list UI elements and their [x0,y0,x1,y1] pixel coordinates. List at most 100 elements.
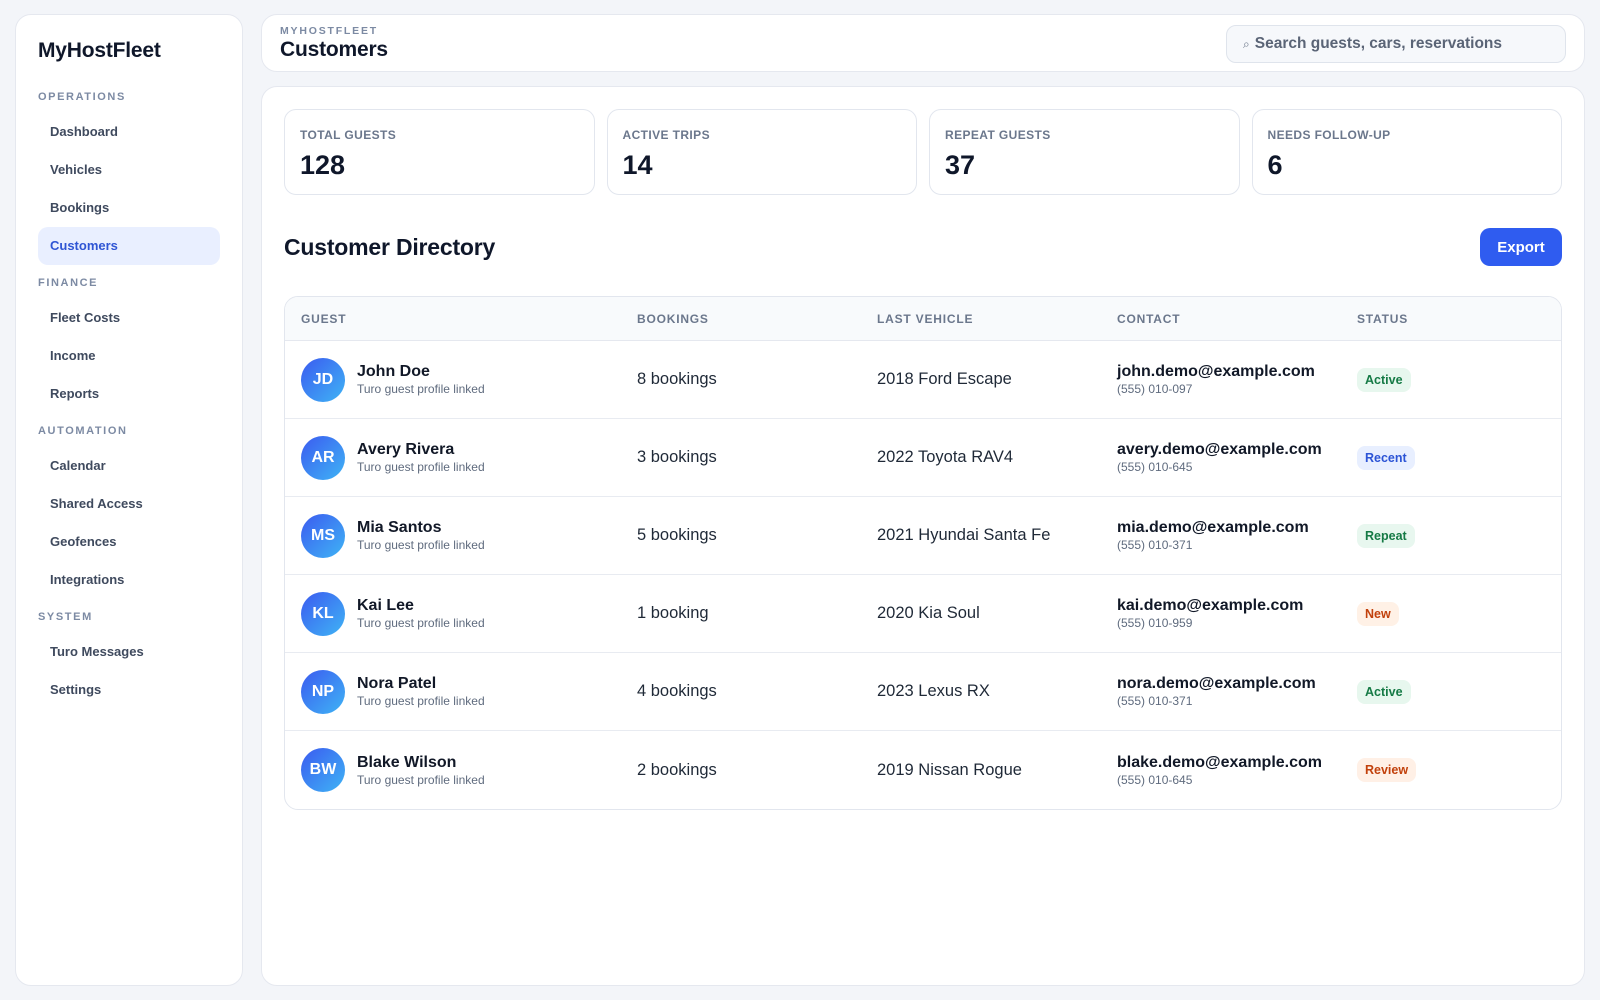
stat-label: ACTIVE TRIPS [622,128,710,142]
contact-cell: mia.demo@example.com (555) 010-371 [1117,519,1357,552]
search-input[interactable] [1254,35,1545,53]
status-cell: New [1357,601,1557,626]
nav-section-finance: FINANCE Fleet Costs Income Reports [38,277,220,413]
stat-value: 6 [1267,150,1283,180]
guest-cell: KL Kai Lee Turo guest profile linked [301,591,637,636]
last-vehicle-cell: 2023 Lexus RX [877,682,990,700]
sidebar: MyHostFleet OPERATIONS Dashboard Vehicles B… [15,14,243,986]
contact-email[interactable]: avery.demo@example.com [1117,441,1357,459]
sidebar-nav: OPERATIONS Dashboard Vehicles Bookings Custo… [38,91,220,709]
column-header-guest[interactable]: GUEST [301,312,637,326]
sidebar-item-bookings[interactable]: Bookings [38,189,220,227]
contact-phone: (555) 010-371 [1117,538,1193,552]
guest-profile-note: Turo guest profile linked [357,538,485,552]
contact-phone: (555) 010-645 [1117,772,1193,787]
column-header-status[interactable]: STATUS [1357,312,1557,326]
status-cell: Active [1357,679,1557,704]
stat-label: REPEAT GUESTS [945,128,1051,142]
top-bar: MYHOSTFLEET Customers ⌕ [261,14,1585,72]
directory-title: Customer Directory [284,233,496,260]
guest-info: Mia Santos Turo guest profile linked [357,519,485,552]
guest-name[interactable]: Kai Lee [357,597,485,615]
search-box[interactable]: ⌕ [1226,25,1566,63]
stat-value: 14 [622,150,653,180]
guest-profile-note: Turo guest profile linked [357,772,485,787]
table-row[interactable]: JD John Doe Turo guest profile linked 8 boo… [285,341,1561,419]
contact-email[interactable]: mia.demo@example.com [1117,519,1357,537]
sidebar-item-customers[interactable]: Customers [38,227,220,265]
sidebar-item-turo-messages[interactable]: Turo Messages [38,633,220,671]
guest-name[interactable]: Nora Patel [357,675,485,693]
avatar: MS [301,513,345,558]
bookings-cell: 2 bookings [637,760,717,779]
table-row[interactable]: AR Avery Rivera Turo guest profile linked 3… [285,419,1561,497]
avatar: JD [301,357,345,402]
last-vehicle-cell: 2022 Toyota RAV4 [877,448,1014,466]
contact-phone: (555) 010-959 [1117,616,1193,630]
sidebar-item-integrations[interactable]: Integrations [38,561,220,599]
contact-email[interactable]: kai.demo@example.com [1117,597,1357,615]
bookings-cell: 4 bookings [637,682,717,700]
avatar: BW [301,748,345,792]
sidebar-item-vehicles[interactable]: Vehicles [38,151,220,189]
contact-cell: blake.demo@example.com (555) 010-645 [1117,754,1357,787]
column-header-last-vehicle[interactable]: LAST VEHICLE [877,312,1117,326]
sidebar-item-dashboard[interactable]: Dashboard [38,113,220,151]
column-header-contact[interactable]: CONTACT [1117,312,1357,326]
status-badge: Active [1357,367,1411,392]
sidebar-item-income[interactable]: Income [38,337,220,375]
guest-info: John Doe Turo guest profile linked [357,363,485,396]
stat-card-repeat-guests: REPEAT GUESTS 37 [929,109,1240,195]
sidebar-item-shared-access[interactable]: Shared Access [38,485,220,523]
bookings-cell: 1 booking [637,604,709,622]
contact-phone: (555) 010-371 [1117,694,1193,708]
nav-section-title: OPERATIONS [38,91,126,103]
sidebar-item-settings[interactable]: Settings [38,671,220,709]
table-row[interactable]: NP Nora Patel Turo guest profile linked 4 b… [285,653,1561,731]
status-badge: Repeat [1357,523,1415,548]
guest-profile-note: Turo guest profile linked [357,460,485,474]
export-button[interactable]: Export [1480,228,1562,266]
contact-phone: (555) 010-645 [1117,460,1193,474]
guest-name[interactable]: Avery Rivera [357,441,485,459]
status-cell: Review [1357,758,1557,782]
search-icon: ⌕ [1243,36,1250,51]
customer-table: GUEST BOOKINGS LAST VEHICLE CONTACT STATUS J… [284,296,1562,810]
nav-section-title: AUTOMATION [38,425,128,437]
stat-card-active-trips: ACTIVE TRIPS 14 [606,109,917,195]
sidebar-item-fleet-costs[interactable]: Fleet Costs [38,299,220,337]
contact-email[interactable]: nora.demo@example.com [1117,675,1357,693]
directory-header: Customer Directory Export [284,228,1562,266]
contact-cell: avery.demo@example.com (555) 010-645 [1117,441,1357,474]
status-badge: Review [1357,758,1417,782]
guest-cell: MS Mia Santos Turo guest profile linked [301,513,637,558]
table-row[interactable]: KL Kai Lee Turo guest profile linked 1 book… [285,575,1561,653]
bookings-cell: 8 bookings [637,370,717,388]
guest-name[interactable]: Mia Santos [357,519,485,537]
guest-cell: NP Nora Patel Turo guest profile linked [301,669,637,714]
contact-cell: nora.demo@example.com (555) 010-371 [1117,675,1357,708]
guest-cell: BW Blake Wilson Turo guest profile linked [301,748,637,792]
guest-name[interactable]: John Doe [357,363,485,381]
nav-section-title: SYSTEM [38,611,93,623]
guest-profile-note: Turo guest profile linked [357,382,485,396]
guest-cell: JD John Doe Turo guest profile linked [301,357,637,402]
sidebar-item-calendar[interactable]: Calendar [38,447,220,485]
brand-logo[interactable]: MyHostFleet [38,39,220,63]
nav-section-automation: AUTOMATION Calendar Shared Access Geofences… [38,425,220,599]
column-header-bookings[interactable]: BOOKINGS [637,312,877,326]
status-badge: New [1357,601,1399,626]
bookings-cell: 3 bookings [637,448,717,466]
guest-name[interactable]: Blake Wilson [357,754,485,772]
sidebar-item-geofences[interactable]: Geofences [38,523,220,561]
stat-label: NEEDS FOLLOW-UP [1267,128,1391,142]
table-row[interactable]: MS Mia Santos Turo guest profile linked 5 b… [285,497,1561,575]
contact-email[interactable]: blake.demo@example.com [1117,754,1357,772]
last-vehicle-cell: 2021 Hyundai Santa Fe [877,526,1051,544]
contact-email[interactable]: john.demo@example.com [1117,363,1357,381]
main-panel: TOTAL GUESTS 128 ACTIVE TRIPS 14 REPEAT GUES… [261,86,1585,986]
sidebar-item-reports[interactable]: Reports [38,375,220,413]
table-row[interactable]: BW Blake Wilson Turo guest profile linked 2… [285,731,1561,809]
guest-cell: AR Avery Rivera Turo guest profile linked [301,435,637,480]
table-header: GUEST BOOKINGS LAST VEHICLE CONTACT STATUS [285,297,1561,341]
